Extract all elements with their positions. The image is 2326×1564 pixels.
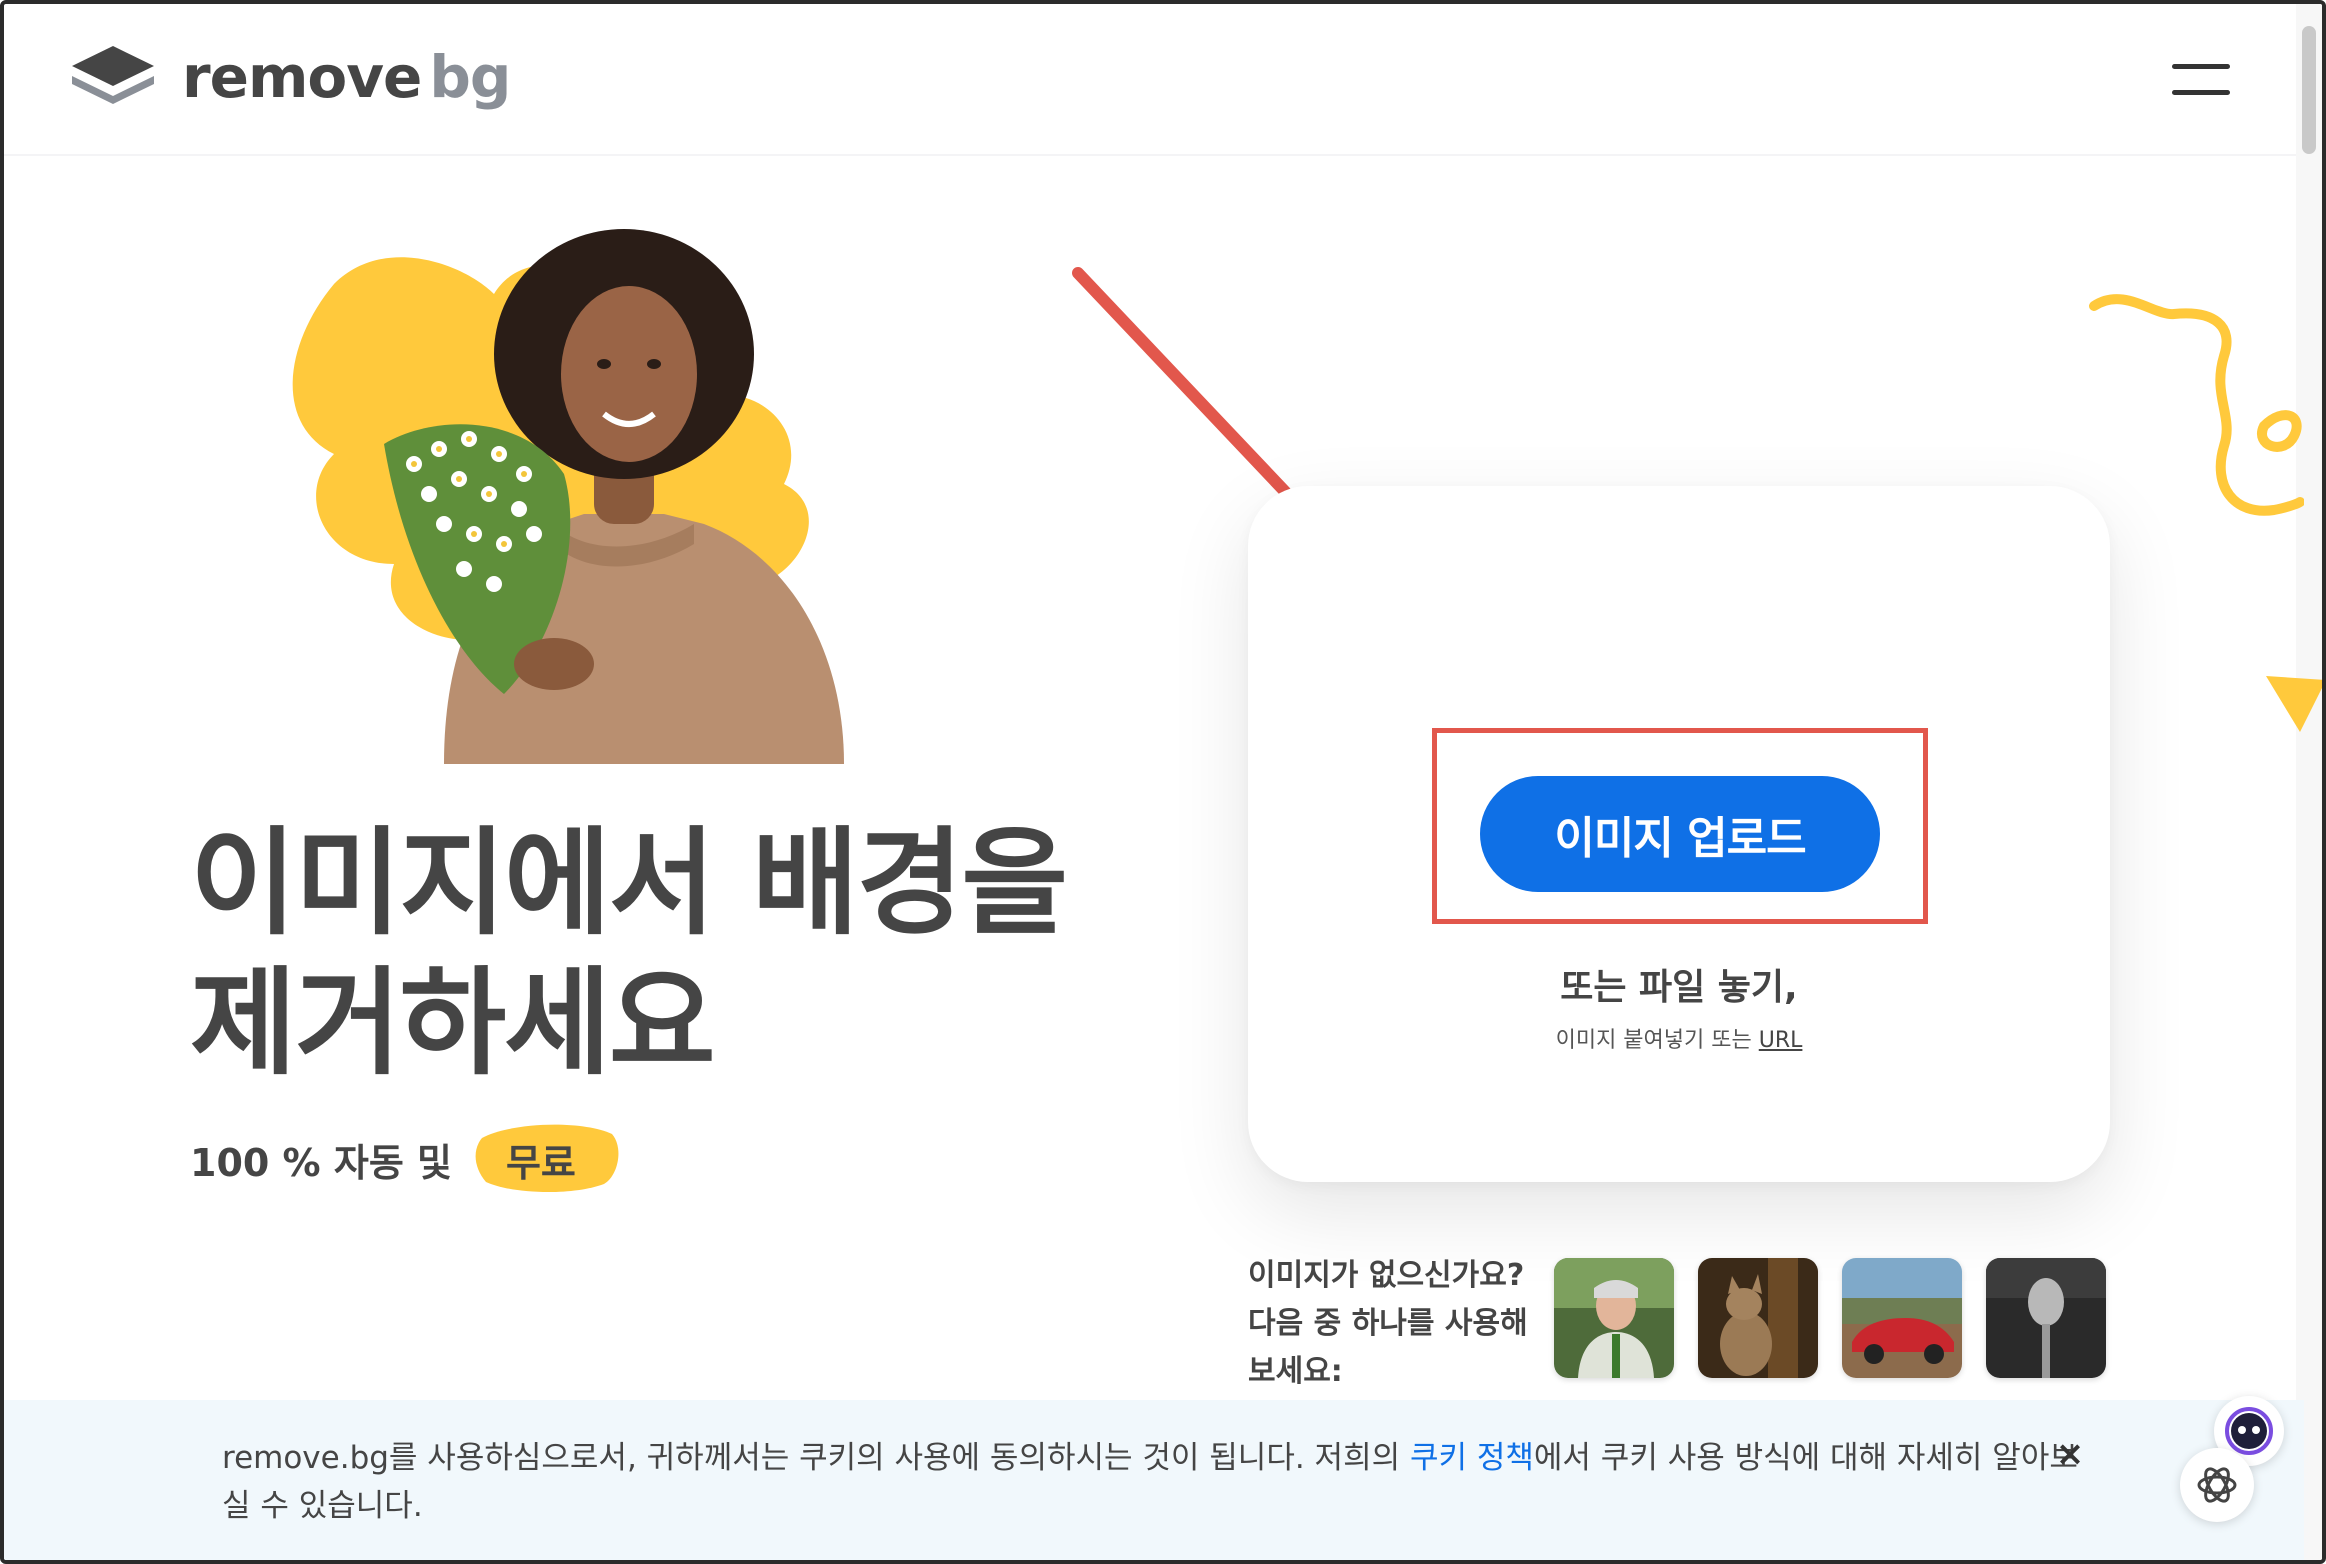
logo[interactable]: remove bg (68, 42, 511, 112)
hero-subtitle: 100 % 자동 및 무료 (190, 1124, 619, 1195)
sample-prompt-line: 다음 중 하나를 사용해 (1248, 1306, 1528, 1341)
sample-prompt: 이미지가 없으신가요? 다음 중 하나를 사용해 보세요: (1248, 1252, 1548, 1396)
hamburger-menu-icon[interactable] (2172, 60, 2232, 100)
paste-label: 이미지 붙여넣기 또는 (1555, 1028, 1752, 1053)
red-car-photo-icon (1842, 1258, 1962, 1378)
cat-photo-icon (1698, 1258, 1818, 1378)
upload-image-button[interactable]: 이미지 업로드 (1480, 776, 1880, 892)
microphone-photo-icon (1986, 1258, 2106, 1378)
sample-thumbnails (1554, 1258, 2106, 1378)
free-badge-label: 무료 (505, 1141, 576, 1185)
logo-remove-text: remove (182, 43, 422, 111)
triangle-decoration-icon (2266, 676, 2322, 732)
sample-thumb-person[interactable] (1554, 1258, 1674, 1378)
cookie-banner: remove.bg를 사용하심으로서, 귀하께서는 쿠키의 사용에 동의하시는 … (4, 1400, 2304, 1560)
subtitle-text: 100 % 자동 및 (190, 1141, 452, 1185)
sample-thumb-microphone[interactable] (1986, 1258, 2106, 1378)
logo-text: remove bg (182, 43, 511, 111)
scrollbar[interactable] (2296, 4, 2322, 1560)
scrollbar-thumb[interactable] (2302, 26, 2316, 154)
cookie-text-before: remove.bg를 사용하심으로서, 귀하께서는 쿠키의 사용에 동의하시는 … (222, 1440, 1410, 1476)
drop-file-text: 또는 파일 놓기, (1560, 967, 1798, 1008)
browser-window: remove bg 이미지에서 배경을 제거하세요 100 % 자동 및 무료 … (0, 0, 2326, 1564)
free-badge: 무료 (475, 1124, 619, 1195)
cookie-message: remove.bg를 사용하심으로서, 귀하께서는 쿠키의 사용에 동의하시는 … (222, 1434, 2082, 1530)
layers-logo-icon (72, 46, 154, 104)
logo-bg-text: bg (429, 43, 511, 111)
page-title: 이미지에서 배경을 제거하세요 (190, 816, 1068, 1091)
url-link[interactable]: URL (1759, 1028, 1803, 1053)
squiggle-decoration-icon (2089, 294, 2304, 516)
close-icon[interactable]: × (2052, 1436, 2088, 1472)
cookie-policy-link[interactable]: 쿠키 정책 (1410, 1440, 1534, 1476)
sample-prompt-line: 보세요: (1248, 1354, 1343, 1389)
woman-with-flowers-illustration (292, 229, 844, 764)
person-photo-icon (1554, 1258, 1674, 1378)
paste-text: 이미지 붙여넣기 또는 URL (1248, 1022, 2110, 1054)
chatgpt-icon[interactable] (2180, 1448, 2254, 1522)
sample-thumb-cat[interactable] (1698, 1258, 1818, 1378)
site-header: remove bg (4, 4, 2304, 156)
sample-thumb-car[interactable] (1842, 1258, 1962, 1378)
sample-prompt-line: 이미지가 없으신가요? (1248, 1258, 1525, 1293)
